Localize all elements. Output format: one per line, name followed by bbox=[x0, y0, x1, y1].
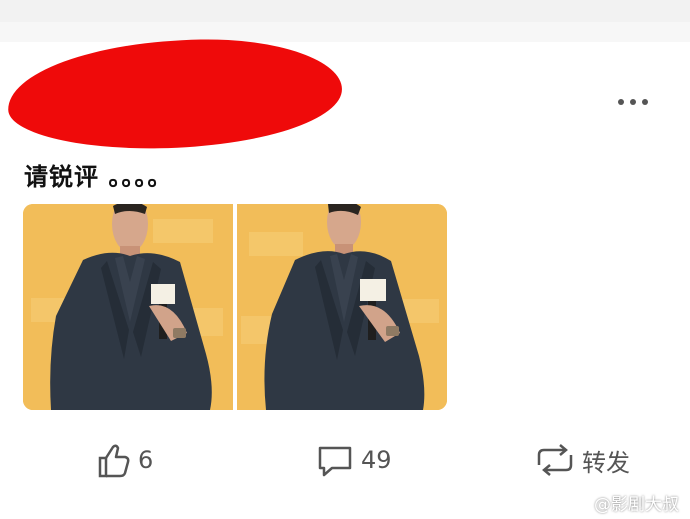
comment-count: 49 bbox=[361, 446, 392, 474]
dot-3 bbox=[642, 99, 648, 105]
post-image-1[interactable] bbox=[23, 204, 233, 410]
weibo-logo-icon bbox=[567, 494, 589, 512]
post-text: 请锐评 。。。。 bbox=[24, 163, 173, 191]
comment-button[interactable]: 49 bbox=[315, 440, 392, 480]
man-in-suit-image bbox=[237, 204, 447, 410]
watermark-text: @影剧大叔 bbox=[594, 495, 679, 515]
top-strip bbox=[0, 0, 690, 22]
man-in-suit-image bbox=[23, 204, 233, 410]
watermark: @影剧大叔 bbox=[566, 490, 679, 515]
dot-2 bbox=[630, 99, 636, 105]
repost-label: 转发 bbox=[582, 448, 630, 477]
repost-arrows-icon bbox=[537, 444, 573, 476]
more-dots-icon[interactable] bbox=[618, 96, 656, 108]
dot-1 bbox=[618, 99, 624, 105]
like-count: 6 bbox=[138, 446, 154, 474]
redacted-user-header bbox=[7, 37, 343, 151]
repost-button[interactable]: 转发 bbox=[534, 440, 630, 480]
feed-divider bbox=[0, 22, 690, 42]
like-button[interactable]: 6 bbox=[92, 440, 153, 480]
thumbs-up-icon bbox=[98, 444, 130, 478]
comment-bubble-icon bbox=[318, 446, 352, 477]
post-image-2[interactable] bbox=[237, 204, 447, 410]
post-action-bar: 6 49 转发 bbox=[0, 440, 690, 484]
